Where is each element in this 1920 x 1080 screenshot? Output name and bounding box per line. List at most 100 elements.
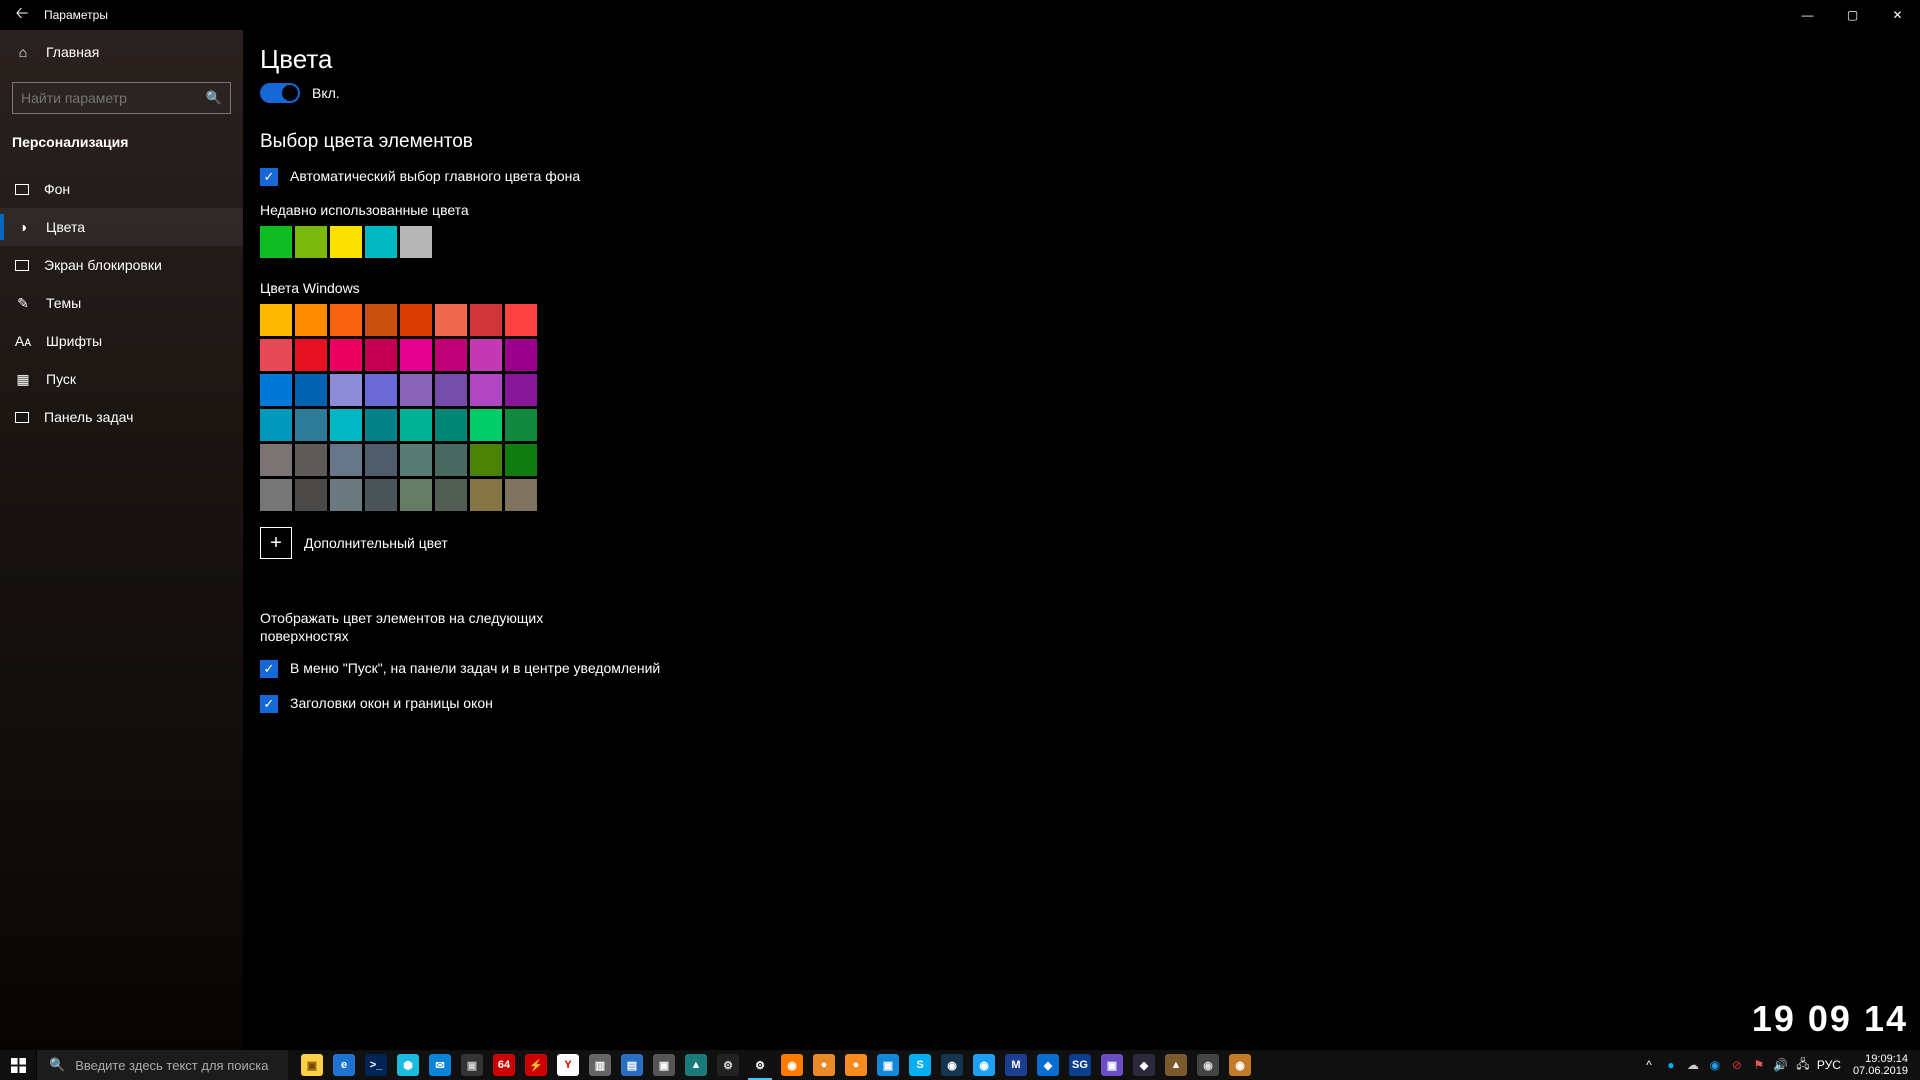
color-swatch[interactable] — [400, 304, 432, 336]
color-swatch[interactable] — [505, 304, 537, 336]
tray-network[interactable]: 🖧 — [1795, 1057, 1811, 1073]
taskbar-app-app-photos[interactable]: ▲ — [680, 1050, 712, 1080]
surface-title-row[interactable]: ✓ Заголовки окон и границы окон — [260, 694, 680, 713]
taskbar-app-skype[interactable]: S — [904, 1050, 936, 1080]
tray-skype[interactable]: ● — [1663, 1057, 1679, 1073]
surface-start-checkbox[interactable]: ✓ — [260, 660, 278, 678]
color-swatch[interactable] — [330, 226, 362, 258]
taskbar-app-teamviewer[interactable]: ◆ — [1032, 1050, 1064, 1080]
taskbar-app-app-brown[interactable]: ▲ — [1160, 1050, 1192, 1080]
taskbar-app-app-orange[interactable]: ● — [808, 1050, 840, 1080]
color-swatch[interactable] — [470, 304, 502, 336]
taskbar-app-app-globe[interactable]: ◉ — [968, 1050, 1000, 1080]
color-swatch[interactable] — [295, 444, 327, 476]
sidebar-item-Панель задач[interactable]: Панель задач — [0, 398, 243, 436]
sidebar-item-Темы[interactable]: ✎Темы — [0, 284, 243, 322]
color-swatch[interactable] — [505, 409, 537, 441]
taskbar-app-app-grey-2[interactable]: ▣ — [648, 1050, 680, 1080]
taskbar-app-app-dark-1[interactable]: ▣ — [456, 1050, 488, 1080]
color-swatch[interactable] — [330, 444, 362, 476]
color-swatch[interactable] — [260, 226, 292, 258]
color-swatch[interactable] — [365, 479, 397, 511]
taskbar-app-file-explorer[interactable]: ▣ — [296, 1050, 328, 1080]
surface-start-row[interactable]: ✓ В меню "Пуск", на панели задач и в цен… — [260, 659, 680, 678]
tray-cloud[interactable]: ☁ — [1685, 1057, 1701, 1073]
color-swatch[interactable] — [260, 444, 292, 476]
color-swatch[interactable] — [470, 479, 502, 511]
color-swatch[interactable] — [470, 409, 502, 441]
taskbar-app-settings[interactable]: ⚙ — [744, 1050, 776, 1080]
tray-net[interactable]: ◉ — [1707, 1057, 1723, 1073]
color-swatch[interactable] — [400, 374, 432, 406]
sidebar-item-Шрифты[interactable]: AᴀШрифты — [0, 322, 243, 360]
sidebar-item-Фон[interactable]: Фон — [0, 170, 243, 208]
taskbar-app-chrome[interactable]: ◉ — [1192, 1050, 1224, 1080]
color-swatch[interactable] — [400, 226, 432, 258]
sidebar-home[interactable]: ⌂ Главная — [0, 30, 243, 74]
color-swatch[interactable] — [505, 444, 537, 476]
color-swatch[interactable] — [365, 444, 397, 476]
taskbar-app-mail[interactable]: ✉ — [424, 1050, 456, 1080]
maximize-button[interactable]: ▢ — [1830, 0, 1875, 30]
sidebar-item-Экран блокировки[interactable]: Экран блокировки — [0, 246, 243, 284]
color-swatch[interactable] — [435, 339, 467, 371]
taskbar-app-store[interactable]: ⬢ — [392, 1050, 424, 1080]
sidebar-search[interactable]: 🔍 — [12, 82, 231, 114]
color-swatch[interactable] — [365, 304, 397, 336]
start-button[interactable] — [0, 1050, 36, 1080]
color-swatch[interactable] — [330, 479, 362, 511]
color-swatch[interactable] — [330, 374, 362, 406]
taskbar-app-app-blue-2[interactable]: ▣ — [872, 1050, 904, 1080]
color-swatch[interactable] — [365, 339, 397, 371]
color-swatch[interactable] — [260, 374, 292, 406]
color-swatch[interactable] — [470, 374, 502, 406]
color-swatch[interactable] — [365, 409, 397, 441]
tray-x[interactable]: ⊘ — [1729, 1057, 1745, 1073]
color-swatch[interactable] — [505, 374, 537, 406]
color-swatch[interactable] — [470, 339, 502, 371]
color-swatch[interactable] — [470, 444, 502, 476]
color-swatch[interactable] — [260, 409, 292, 441]
taskbar-app-app-orb[interactable]: ◉ — [1224, 1050, 1256, 1080]
tray-volume[interactable]: 🔊 — [1773, 1057, 1789, 1073]
taskbar-app-malwarebytes[interactable]: M — [1000, 1050, 1032, 1080]
taskbar-app-app-purple[interactable]: ▣ — [1096, 1050, 1128, 1080]
search-input[interactable] — [21, 90, 206, 106]
taskbar-app-app-gear-dark[interactable]: ⚙ — [712, 1050, 744, 1080]
surface-title-checkbox[interactable]: ✓ — [260, 695, 278, 713]
taskbar-app-steam[interactable]: ◉ — [936, 1050, 968, 1080]
color-swatch[interactable] — [400, 444, 432, 476]
taskbar-search[interactable]: 🔍 Введите здесь текст для поиска — [36, 1050, 288, 1080]
color-swatch[interactable] — [505, 339, 537, 371]
auto-pick-checkbox[interactable]: ✓ — [260, 168, 278, 186]
sidebar-item-Цвета[interactable]: ◑Цвета — [0, 208, 243, 246]
sidebar-item-Пуск[interactable]: ▦Пуск — [0, 360, 243, 398]
color-swatch[interactable] — [435, 444, 467, 476]
taskbar-app-app-ok[interactable]: ● — [840, 1050, 872, 1080]
taskbar-app-app-grey-1[interactable]: ▥ — [584, 1050, 616, 1080]
taskbar-app-firefox[interactable]: ◉ — [776, 1050, 808, 1080]
color-swatch[interactable] — [400, 409, 432, 441]
tray-clock[interactable]: 19:09:14 07.06.2019 — [1847, 1053, 1914, 1077]
color-swatch[interactable] — [365, 226, 397, 258]
color-swatch[interactable] — [295, 304, 327, 336]
taskbar-app-powershell[interactable]: >_ — [360, 1050, 392, 1080]
color-swatch[interactable] — [435, 479, 467, 511]
tray-flag[interactable]: ⚑ — [1751, 1057, 1767, 1073]
color-swatch[interactable] — [400, 479, 432, 511]
color-swatch[interactable] — [295, 226, 327, 258]
color-swatch[interactable] — [505, 479, 537, 511]
color-swatch[interactable] — [435, 304, 467, 336]
color-swatch[interactable] — [295, 339, 327, 371]
color-swatch[interactable] — [330, 339, 362, 371]
color-swatch[interactable] — [260, 339, 292, 371]
tray-chevron[interactable]: ^ — [1641, 1057, 1657, 1073]
color-swatch[interactable] — [295, 409, 327, 441]
taskbar-app-app-dark-2[interactable]: ◆ — [1128, 1050, 1160, 1080]
taskbar-app-app-red-64[interactable]: 64 — [488, 1050, 520, 1080]
color-swatch[interactable] — [260, 479, 292, 511]
back-button[interactable]: 🡠 — [0, 0, 44, 30]
color-swatch[interactable] — [295, 479, 327, 511]
tray-language[interactable]: РУС — [1817, 1058, 1841, 1072]
color-swatch[interactable] — [330, 304, 362, 336]
